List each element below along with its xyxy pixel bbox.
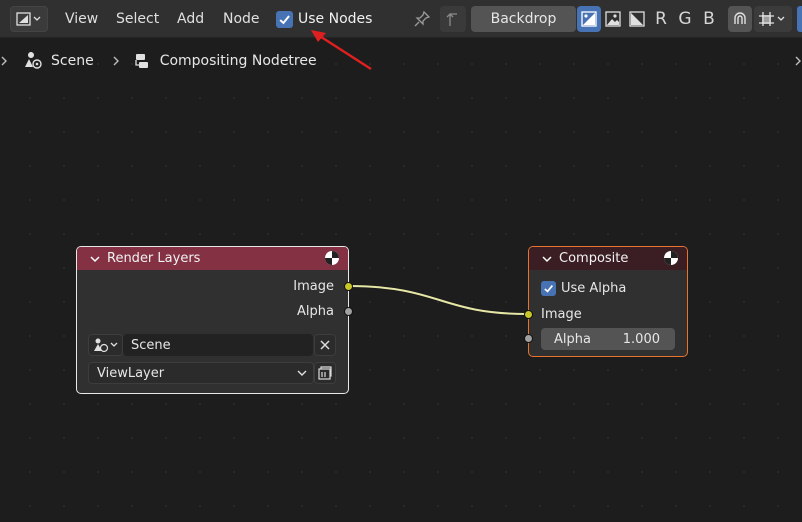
render-image-button[interactable] [314, 362, 336, 384]
render-preview-icon[interactable] [324, 250, 340, 266]
render-preview-icon[interactable] [663, 250, 679, 266]
composite-node[interactable]: Composite Use Alpha Image Alpha 1.000 [524, 246, 688, 357]
use-alpha-toggle[interactable]: Use Alpha [541, 281, 626, 296]
chevron-down-icon[interactable] [541, 253, 553, 265]
checkmark-icon [544, 285, 553, 293]
scene-value: Scene [131, 337, 171, 353]
render-layers-node[interactable]: Render Layers Image Alpha Scene ViewLaye… [76, 246, 353, 394]
input-image-socket[interactable] [524, 310, 533, 319]
chevron-down-icon[interactable] [89, 253, 101, 265]
alpha-value: 1.000 [622, 331, 660, 347]
output-alpha-label: Alpha [297, 304, 334, 319]
render-layers-header[interactable]: Render Layers [77, 247, 348, 270]
alpha-value-field[interactable]: Alpha 1.000 [541, 328, 675, 350]
alpha-label: Alpha [554, 331, 591, 347]
close-icon [320, 340, 330, 350]
annotation-arrow [311, 30, 372, 71]
use-alpha-checkbox[interactable] [541, 281, 556, 296]
composite-title: Composite [559, 251, 629, 266]
output-alpha-socket[interactable] [344, 307, 353, 316]
render-layers-title: Render Layers [107, 251, 201, 266]
use-alpha-label: Use Alpha [561, 281, 627, 296]
scene-selector-button[interactable] [88, 334, 123, 356]
scene-icon [93, 338, 117, 353]
scene-field[interactable]: Scene [123, 334, 313, 356]
chevron-down-icon [297, 370, 307, 376]
view-layer-value: ViewLayer [97, 365, 165, 381]
input-alpha-socket[interactable] [524, 334, 533, 343]
render-still-icon [318, 366, 332, 380]
view-layer-dropdown[interactable]: ViewLayer [88, 362, 314, 384]
output-image-socket[interactable] [344, 282, 353, 291]
clear-scene-button[interactable] [314, 334, 336, 356]
input-image-label: Image [541, 307, 582, 322]
composite-header[interactable]: Composite [529, 247, 687, 270]
output-image-label: Image [293, 279, 334, 294]
